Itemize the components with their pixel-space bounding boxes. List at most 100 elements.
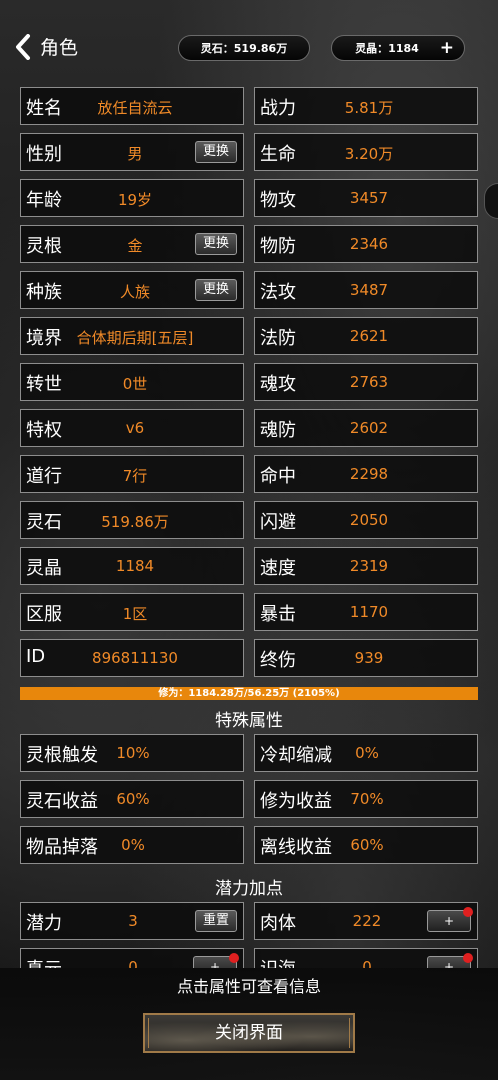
attribute-value: 60%	[350, 836, 384, 854]
attribute-cell[interactable]: 识海 0 +	[254, 948, 478, 968]
attribute-value: 519.86万	[101, 513, 169, 531]
attribute-label: 道行	[26, 466, 62, 487]
attribute-cell[interactable]: 灵根触发 10%	[20, 734, 244, 772]
attribute-value: 1区	[122, 605, 148, 623]
attribute-label: 物品掉落	[26, 837, 98, 858]
add-lingjing-plus-icon[interactable]: +	[440, 39, 454, 57]
add-point-button[interactable]: +	[193, 953, 239, 968]
attribute-label: 法攻	[260, 282, 296, 303]
attribute-label: 灵石	[26, 512, 62, 533]
attribute-value: 7行	[122, 467, 148, 485]
attribute-label: 潜力	[26, 913, 62, 934]
hint-text: 点击属性可查看信息	[176, 977, 321, 996]
attribute-value: 1170	[349, 603, 389, 621]
attribute-cell[interactable]: 性别 男 更换	[20, 133, 244, 171]
attribute-cell[interactable]: ID 896811130	[20, 639, 244, 677]
attribute-value: 1184	[115, 557, 155, 575]
attribute-cell[interactable]: 速度 2319	[254, 547, 478, 585]
attribute-label: 灵根	[26, 236, 62, 257]
attribute-label: 命中	[260, 466, 296, 487]
attribute-cell[interactable]: 道行 7行	[20, 455, 244, 493]
attribute-cell[interactable]: 区服 1区	[20, 593, 244, 631]
attribute-label: 生命	[260, 144, 296, 165]
lingshi-text: 灵石：519.86万	[200, 42, 288, 55]
attribute-cell[interactable]: 灵根 金 更换	[20, 225, 244, 263]
attribute-cell[interactable]: 姓名 放任自流云	[20, 87, 244, 125]
attribute-cell[interactable]: 转世 0世	[20, 363, 244, 401]
attribute-label: 识海	[260, 955, 296, 968]
attribute-label: 肉体	[260, 913, 296, 934]
attribute-label: 姓名	[26, 98, 62, 119]
attribute-value: 0	[128, 958, 138, 968]
attribute-value: 2602	[349, 419, 389, 437]
attribute-cell[interactable]: 法防 2621	[254, 317, 478, 355]
attribute-cell[interactable]: 肉体 222 +	[254, 902, 478, 940]
attribute-cell[interactable]: 特权 v6	[20, 409, 244, 447]
attribute-value: 896811130	[92, 649, 178, 667]
attribute-value: 10%	[116, 744, 150, 762]
attribute-cell[interactable]: 生命 3.20万	[254, 133, 478, 171]
attribute-value: 0%	[121, 836, 145, 854]
attribute-cell[interactable]: 魂防 2602	[254, 409, 478, 447]
attribute-cell[interactable]: 真元 0 +	[20, 948, 244, 968]
special-attributes-title: 特殊属性	[215, 711, 283, 731]
attribute-cell[interactable]: 法攻 3487	[254, 271, 478, 309]
lingshi-currency: 灵石：519.86万	[178, 35, 310, 61]
attribute-cell[interactable]: 闪避 2050	[254, 501, 478, 539]
attribute-cell[interactable]: 物防 2346	[254, 225, 478, 263]
attribute-cell[interactable]: 种族 人族 更换	[20, 271, 244, 309]
attribute-cell[interactable]: 物攻 3457	[254, 179, 478, 217]
attribute-value: 60%	[116, 790, 150, 808]
attribute-cell[interactable]: 物品掉落 0%	[20, 826, 244, 864]
red-dot-badge	[463, 907, 473, 917]
attribute-cell[interactable]: 灵石收益 60%	[20, 780, 244, 818]
attribute-label: 离线收益	[260, 837, 332, 858]
attribute-label: 战力	[260, 98, 296, 119]
back-chevron-icon[interactable]	[14, 34, 32, 60]
attribute-label: 法防	[260, 328, 296, 349]
attribute-value: 3.20万	[344, 145, 394, 163]
potential-title: 潜力加点	[215, 879, 283, 899]
add-point-button[interactable]: +	[427, 953, 473, 968]
attribute-label: 灵根触发	[26, 745, 98, 766]
change-button[interactable]: 更换	[195, 141, 237, 163]
attribute-label: 物防	[260, 236, 296, 257]
attribute-value: 放任自流云	[97, 99, 173, 117]
change-button[interactable]: 更换	[195, 279, 237, 301]
attribute-value: 3457	[349, 189, 389, 207]
change-button[interactable]: 更换	[195, 233, 237, 255]
close-interface-button[interactable]: 关闭界面	[143, 1013, 355, 1053]
attribute-label: 暴击	[260, 604, 296, 625]
attribute-cell[interactable]: 暴击 1170	[254, 593, 478, 631]
attribute-label: 终伤	[260, 650, 296, 671]
add-point-button[interactable]: +	[427, 907, 473, 932]
attribute-label: 真元	[26, 955, 62, 968]
attribute-value: 0世	[122, 375, 148, 393]
attribute-cell[interactable]: 灵石 519.86万	[20, 501, 244, 539]
attribute-cell[interactable]: 魂攻 2763	[254, 363, 478, 401]
attribute-label: 物攻	[260, 190, 296, 211]
attribute-cell[interactable]: 境界 合体期后期[五层]	[20, 317, 244, 355]
attribute-label: 修为收益	[260, 791, 332, 812]
attribute-scroll-area[interactable]: 姓名 放任自流云 性别男更换 年龄 19岁 灵根金更换 种族 人族 更换 境界 合体期后期[五层] 转…	[0, 84, 498, 968]
attribute-value: 男	[127, 145, 143, 163]
attribute-value: 3	[128, 912, 138, 930]
attribute-cell[interactable]: 战力 5.81万	[254, 87, 478, 125]
attribute-value: 0%	[355, 744, 379, 762]
attribute-value: v6	[125, 419, 145, 437]
attribute-cell[interactable]: 年龄 19岁	[20, 179, 244, 217]
attribute-label: 年龄	[26, 190, 62, 211]
attribute-value: 2346	[349, 235, 389, 253]
attribute-cell[interactable]: 终伤 939	[254, 639, 478, 677]
red-dot-badge	[229, 953, 239, 963]
attribute-cell[interactable]: 潜力 3 重置	[20, 902, 244, 940]
attribute-cell[interactable]: 命中 2298	[254, 455, 478, 493]
attribute-cell[interactable]: 灵晶 1184	[20, 547, 244, 585]
attribute-label: 特权	[26, 420, 62, 441]
reset-button[interactable]: 重置	[195, 910, 237, 932]
attribute-cell[interactable]: 离线收益 60%	[254, 826, 478, 864]
attribute-label: 魂攻	[260, 374, 296, 395]
attribute-cell[interactable]: 冷却缩减 0%	[254, 734, 478, 772]
attribute-value: 222	[352, 912, 382, 930]
attribute-cell[interactable]: 修为收益 70%	[254, 780, 478, 818]
